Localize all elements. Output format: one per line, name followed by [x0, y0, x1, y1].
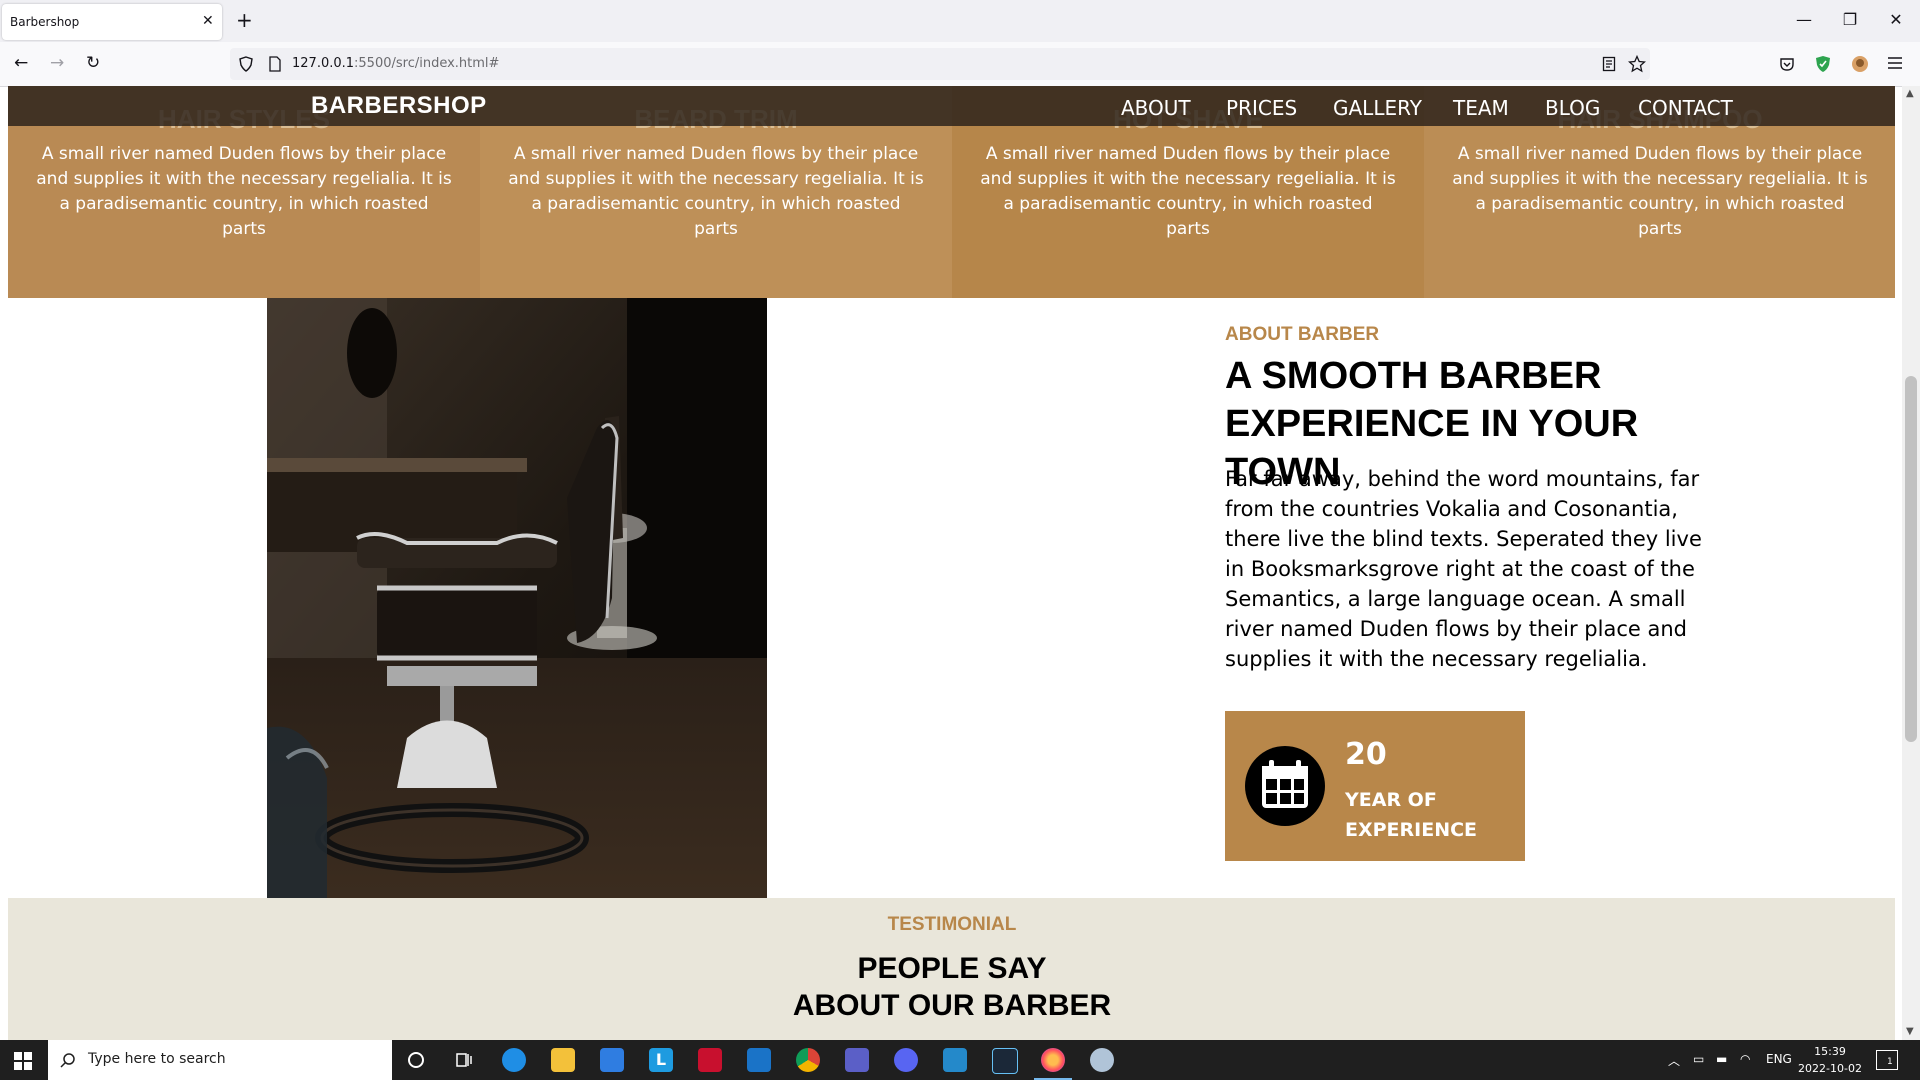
barber-chair-photo	[267, 298, 767, 898]
url-text: 127.0.0.1:5500/src/index.html#	[292, 56, 500, 71]
tray-chevron-icon[interactable]: ︿	[1668, 1052, 1680, 1069]
browser-tab[interactable]: Barbershop ✕	[2, 4, 222, 40]
nav-link-team[interactable]: TEAM	[1453, 96, 1509, 120]
extension-shield-icon[interactable]	[1815, 55, 1831, 73]
extension-avatar-icon[interactable]	[1851, 55, 1869, 73]
experience-label: YEAR OF EXPERIENCE	[1345, 789, 1478, 841]
service-text: A small river named Duden flows by their…	[980, 144, 1396, 239]
experience-number: 20	[1345, 737, 1387, 772]
about-paragraph: Far far away, behind the word mountains,…	[1225, 467, 1702, 671]
minimize-icon[interactable]: —	[1784, 10, 1824, 29]
back-icon[interactable]: ←	[14, 54, 28, 72]
service-text: A small river named Duden flows by their…	[508, 144, 924, 239]
language-indicator[interactable]: ENG	[1766, 1052, 1792, 1066]
battery-icon[interactable]: ▬	[1716, 1052, 1727, 1066]
vscode-icon[interactable]	[943, 1048, 967, 1072]
restore-icon[interactable]: ❐	[1830, 10, 1870, 29]
notifications-icon[interactable]: 1	[1876, 1050, 1898, 1070]
testimonial-heading-line: PEOPLE SAY	[857, 952, 1047, 985]
scroll-up-icon[interactable]: ▲	[1906, 88, 1914, 99]
new-tab-icon[interactable]: +	[236, 10, 253, 30]
cortana-icon[interactable]	[404, 1048, 428, 1072]
l-app-icon[interactable]: L	[649, 1048, 673, 1072]
file-explorer-icon[interactable]	[551, 1048, 575, 1072]
clock-time: 15:39	[1814, 1045, 1846, 1058]
close-tab-icon[interactable]: ✕	[202, 13, 214, 29]
nav-link-contact[interactable]: CONTACT	[1638, 96, 1733, 120]
bookmark-star-icon[interactable]	[1628, 55, 1646, 73]
chrome-icon[interactable]	[796, 1048, 820, 1072]
about-eyebrow: ABOUT BARBER	[1225, 324, 1380, 345]
nav-link-prices[interactable]: PRICES	[1226, 96, 1297, 120]
nav-link-gallery[interactable]: GALLERY	[1333, 96, 1422, 120]
edge-icon[interactable]	[502, 1048, 526, 1072]
wifi-icon[interactable]: ◠	[1740, 1052, 1750, 1066]
page-viewport: HAIR STYLES A small river named Duden fl…	[8, 86, 1895, 1040]
forward-icon[interactable]: →	[50, 54, 64, 72]
taskbar-clock[interactable]: 15:39 2022-10-02	[1795, 1043, 1865, 1077]
taskbar-search-box[interactable]: Type here to search	[48, 1040, 392, 1080]
clock-date: 2022-10-02	[1798, 1062, 1862, 1075]
pocket-icon[interactable]	[1779, 56, 1795, 72]
page-icon	[269, 56, 281, 72]
search-icon	[60, 1053, 75, 1068]
window-close-icon[interactable]: ✕	[1876, 10, 1916, 29]
calendar-icon	[1245, 746, 1325, 826]
scrollbar-thumb[interactable]	[1905, 376, 1917, 742]
reload-icon[interactable]: ↻	[86, 54, 100, 72]
browser-nav-bar: ← → ↻ 127.0.0.1:5500/src/index.html#	[0, 42, 1920, 87]
search-placeholder: Type here to search	[88, 1051, 226, 1067]
steam-icon[interactable]	[992, 1048, 1018, 1074]
service-text: A small river named Duden flows by their…	[36, 144, 452, 239]
testimonial-section: TESTIMONIAL PEOPLE SAY ABOUT OUR BARBER	[8, 898, 1895, 1040]
notification-count: 1	[1887, 1057, 1893, 1067]
nav-link-about[interactable]: ABOUT	[1121, 96, 1191, 120]
experience-box: 20 YEAR OF EXPERIENCE	[1225, 711, 1525, 861]
address-bar[interactable]: 127.0.0.1:5500/src/index.html#	[230, 48, 1650, 80]
store-icon[interactable]	[600, 1048, 624, 1072]
tab-title: Barbershop	[10, 15, 80, 29]
brand-logo[interactable]: BARBERSHOP	[311, 92, 487, 120]
testimonial-heading: PEOPLE SAY ABOUT OUR BARBER	[8, 950, 1895, 1024]
page-scrollbar[interactable]: ▲ ▼	[1902, 86, 1920, 1040]
tray-device-icon[interactable]: ▭	[1693, 1052, 1704, 1066]
menu-icon[interactable]	[1887, 56, 1903, 70]
discord-icon[interactable]	[894, 1048, 918, 1072]
site-header: BARBERSHOP ABOUT PRICES GALLERY TEAM BLO…	[8, 86, 1895, 126]
reader-view-icon[interactable]	[1602, 56, 1616, 72]
task-view-icon[interactable]	[452, 1048, 476, 1072]
mail-icon[interactable]	[747, 1048, 771, 1072]
browser-tab-bar: Barbershop ✕ + — ❐ ✕	[0, 0, 1920, 42]
start-button[interactable]	[0, 1040, 48, 1080]
app-icon[interactable]	[1090, 1048, 1114, 1072]
teams-icon[interactable]	[845, 1048, 869, 1072]
shield-icon[interactable]	[238, 56, 254, 72]
testimonial-eyebrow: TESTIMONIAL	[887, 914, 1017, 935]
firefox-icon[interactable]	[1041, 1048, 1065, 1072]
nav-link-blog[interactable]: BLOG	[1545, 96, 1600, 120]
windows-taskbar: Type here to search L ︿ ▭ ▬ ◠ ENG 15:39 …	[0, 1040, 1920, 1080]
testimonial-heading-line: ABOUT OUR BARBER	[792, 989, 1112, 1022]
service-text: A small river named Duden flows by their…	[1452, 144, 1868, 239]
scroll-down-icon[interactable]: ▼	[1906, 1026, 1914, 1037]
mcafee-icon[interactable]	[698, 1048, 722, 1072]
windows-logo-icon	[14, 1052, 32, 1070]
